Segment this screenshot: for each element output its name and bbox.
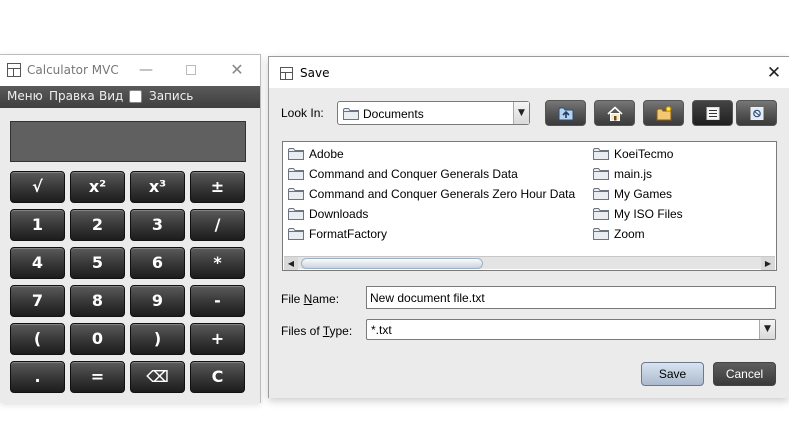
- calculator-title: Calculator MVC: [27, 63, 119, 77]
- folder-icon: [288, 208, 304, 220]
- file-name: main.js: [614, 167, 653, 181]
- folder-icon: [288, 228, 304, 240]
- files-of-type-label: Files of Type:: [281, 324, 353, 338]
- key-negate[interactable]: ±: [190, 171, 245, 203]
- file-name: Adobe: [309, 147, 344, 161]
- maximize-icon[interactable]: [178, 59, 204, 81]
- file-name-label: File Name:: [281, 292, 340, 306]
- close-icon[interactable]: ✕: [224, 59, 250, 81]
- close-icon[interactable]: ✕: [763, 62, 785, 84]
- key-sqrt[interactable]: √: [10, 171, 65, 203]
- list-view-icon: [706, 107, 720, 120]
- files-of-type-combo[interactable]: *.txt ▼: [366, 319, 776, 340]
- folder-icon: [288, 168, 304, 180]
- record-checkbox[interactable]: [129, 90, 142, 103]
- file-name: FormatFactory: [309, 227, 388, 241]
- key-8[interactable]: 8: [70, 285, 125, 317]
- calculator-app-icon: [7, 63, 21, 77]
- home-icon: [607, 106, 623, 121]
- horizontal-scrollbar[interactable]: ◀ ▶: [284, 256, 775, 270]
- menu-edit[interactable]: Правка: [49, 89, 95, 103]
- key-7[interactable]: 7: [10, 285, 65, 317]
- file-name: Command and Conquer Generals Zero Hour D…: [309, 187, 576, 201]
- look-in-label: Look In:: [281, 106, 324, 120]
- file-name: Command and Conquer Generals Data: [309, 167, 518, 181]
- folder-icon: [288, 188, 304, 200]
- dialog-app-icon: [280, 67, 293, 80]
- save-dialog-body: Look In: Documents ▼ Adobe Command and C…: [269, 88, 789, 398]
- look-in-value: Documents: [363, 107, 424, 121]
- home-button[interactable]: [594, 100, 635, 126]
- folder-icon: [593, 228, 609, 240]
- chevron-down-icon[interactable]: ▼: [759, 320, 775, 339]
- folder-icon: [593, 208, 609, 220]
- menu-view[interactable]: Вид: [99, 89, 123, 103]
- key-square[interactable]: x²: [70, 171, 125, 203]
- key-subtract[interactable]: -: [190, 285, 245, 317]
- chevron-down-icon[interactable]: ▼: [513, 102, 529, 124]
- file-name-field[interactable]: [366, 286, 776, 309]
- up-folder-button[interactable]: [545, 100, 586, 126]
- scrollbar-thumb[interactable]: [301, 258, 483, 269]
- new-folder-button[interactable]: [643, 100, 684, 126]
- files-of-type-value: *.txt: [371, 323, 392, 337]
- calculator-display: [10, 121, 246, 162]
- key-close-paren[interactable]: ): [130, 323, 185, 355]
- file-name: KoeiTecmo: [614, 147, 674, 161]
- key-decimal[interactable]: .: [10, 361, 65, 393]
- key-1[interactable]: 1: [10, 209, 65, 241]
- key-open-paren[interactable]: (: [10, 323, 65, 355]
- key-4[interactable]: 4: [10, 247, 65, 279]
- save-dialog: Save ✕ Look In: Documents ▼ Adobe Comman…: [268, 56, 789, 398]
- save-button[interactable]: Save: [641, 362, 704, 386]
- key-add[interactable]: +: [190, 323, 245, 355]
- new-folder-icon: [656, 106, 672, 121]
- cancel-button[interactable]: Cancel: [713, 362, 776, 386]
- look-in-combo[interactable]: Documents ▼: [337, 101, 530, 125]
- file-name: My Games: [614, 187, 673, 201]
- calculator-menubar: Меню Правка Вид Запись: [0, 86, 260, 108]
- up-folder-icon: [558, 107, 574, 121]
- key-5[interactable]: 5: [70, 247, 125, 279]
- key-3[interactable]: 3: [130, 209, 185, 241]
- key-multiply[interactable]: *: [190, 247, 245, 279]
- calculator-titlebar[interactable]: Calculator MVC — ✕: [0, 55, 260, 86]
- minimize-icon[interactable]: —: [133, 59, 159, 81]
- details-view-icon: [750, 107, 764, 120]
- key-2[interactable]: 2: [70, 209, 125, 241]
- file-name: Zoom: [614, 227, 645, 241]
- key-equals[interactable]: =: [70, 361, 125, 393]
- key-9[interactable]: 9: [130, 285, 185, 317]
- key-0[interactable]: 0: [70, 323, 125, 355]
- record-checkbox-label[interactable]: Запись: [149, 89, 193, 103]
- menu-main[interactable]: Меню: [7, 89, 43, 103]
- file-name: Downloads: [309, 207, 369, 221]
- folder-icon: [593, 188, 609, 200]
- key-cube[interactable]: x³: [130, 171, 185, 203]
- file-list[interactable]: Adobe Command and Conquer Generals Data …: [282, 141, 777, 271]
- save-dialog-titlebar[interactable]: Save ✕: [269, 57, 789, 88]
- scroll-right-icon[interactable]: ▶: [761, 257, 775, 270]
- folder-icon: [593, 168, 609, 180]
- calculator-body: √ x² x³ ± 1 2 3 / 4 5 6 * 7 8 9 - ( 0 ) …: [0, 108, 260, 403]
- key-divide[interactable]: /: [190, 209, 245, 241]
- calculator-window: Calculator MVC — ✕ Меню Правка Вид Запис…: [0, 54, 261, 403]
- key-6[interactable]: 6: [130, 247, 185, 279]
- folder-icon: [343, 108, 359, 120]
- scroll-left-icon[interactable]: ◀: [284, 257, 298, 270]
- save-dialog-title: Save: [300, 66, 330, 80]
- folder-icon: [593, 148, 609, 160]
- key-clear[interactable]: C: [190, 361, 245, 393]
- file-name: My ISO Files: [614, 207, 683, 221]
- folder-icon: [288, 148, 304, 160]
- list-view-button[interactable]: [692, 100, 733, 126]
- details-view-button[interactable]: [736, 100, 777, 126]
- key-backspace[interactable]: ⌫: [130, 361, 185, 393]
